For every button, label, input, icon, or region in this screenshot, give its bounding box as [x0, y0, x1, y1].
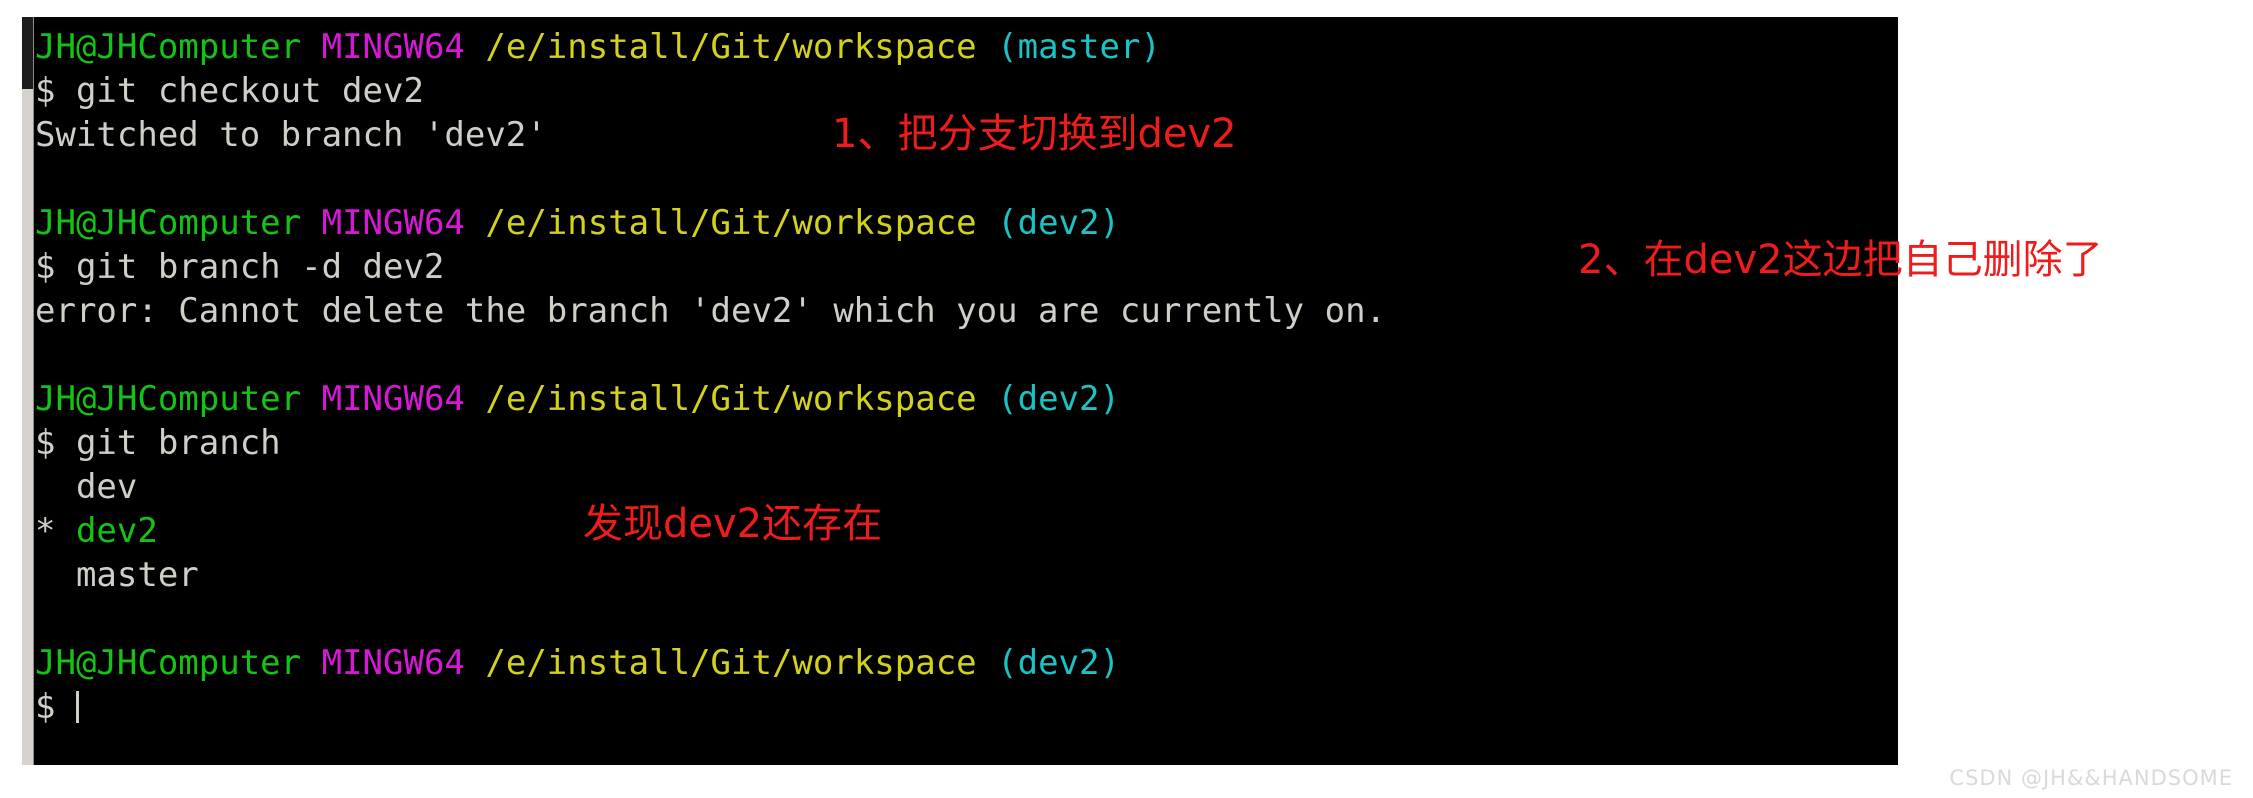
- prompt-user: JH@JHComputer: [35, 27, 302, 67]
- branch-list-item: dev: [35, 465, 1898, 509]
- annotation-step-2: 2、在dev2这边把自己删除了: [1578, 237, 2103, 283]
- branch-marker: [35, 467, 76, 507]
- branch-marker-asterisk: *: [35, 511, 76, 551]
- prompt-user: JH@JHComputer: [35, 203, 302, 243]
- branch-marker: [35, 555, 76, 595]
- prompt-host: MINGW64: [321, 27, 465, 67]
- csdn-watermark: CSDN @JH&&HANDSOME: [1949, 766, 2233, 790]
- prompt-branch: (dev2): [997, 203, 1120, 243]
- prompt-user: JH@JHComputer: [35, 379, 302, 419]
- command-line-active[interactable]: $: [35, 685, 1898, 729]
- annotation-step-1: 1、把分支切换到dev2: [832, 111, 1237, 157]
- prompt-path: /e/install/Git/workspace: [485, 379, 977, 419]
- prompt-path: /e/install/Git/workspace: [485, 27, 977, 67]
- branch-name: dev2: [75, 511, 158, 551]
- branch-name: master: [75, 555, 199, 595]
- command-line: $ git branch: [35, 423, 281, 463]
- terminal-scrollbar-thumb[interactable]: [22, 17, 33, 89]
- prompt-user: JH@JHComputer: [35, 643, 302, 683]
- annotation-observation: 发现dev2还存在: [583, 501, 883, 547]
- prompt-line: JH@JHComputer MINGW64 /e/install/Git/wor…: [35, 377, 1898, 421]
- prompt-path: /e/install/Git/workspace: [485, 643, 977, 683]
- text-cursor: [75, 691, 79, 723]
- prompt-line: JH@JHComputer MINGW64 /e/install/Git/wor…: [35, 25, 1898, 69]
- command-line: $ git checkout dev2: [35, 71, 424, 111]
- prompt-branch: (dev2): [997, 379, 1120, 419]
- terminal-scrollbar[interactable]: [22, 17, 34, 765]
- prompt-branch: (dev2): [997, 643, 1120, 683]
- branch-list-item-current: * dev2: [35, 509, 1898, 553]
- prompt-branch: (master): [997, 27, 1161, 67]
- output-line-error: error: Cannot delete the branch 'dev2' w…: [35, 291, 1387, 331]
- branch-name: dev: [75, 467, 138, 507]
- branch-list-item: master: [35, 553, 1898, 597]
- prompt-host: MINGW64: [321, 379, 465, 419]
- prompt-host: MINGW64: [321, 203, 465, 243]
- prompt-host: MINGW64: [321, 643, 465, 683]
- prompt-dollar: $: [35, 687, 76, 727]
- prompt-path: /e/install/Git/workspace: [485, 203, 977, 243]
- prompt-line: JH@JHComputer MINGW64 /e/install/Git/wor…: [35, 641, 1898, 685]
